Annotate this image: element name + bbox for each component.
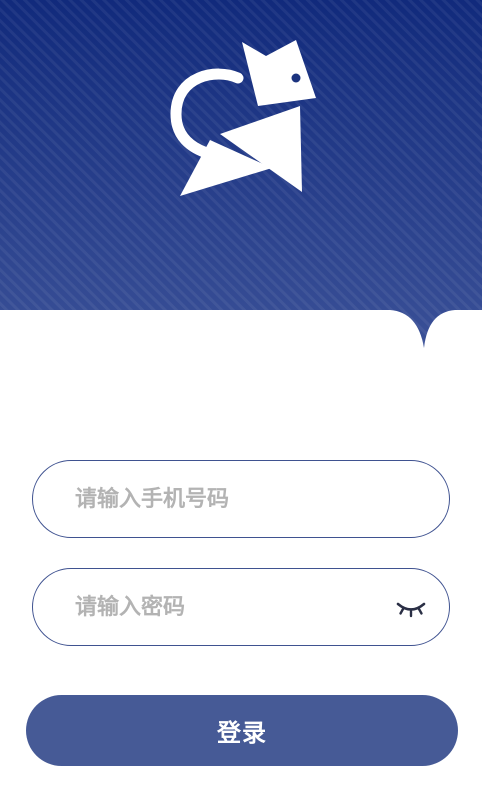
password-input[interactable] <box>75 569 375 645</box>
login-screen: 登录 <box>0 0 482 800</box>
phone-input[interactable] <box>75 461 375 537</box>
phone-field[interactable] <box>32 460 450 538</box>
password-field[interactable] <box>32 568 450 646</box>
header-banner <box>0 0 482 360</box>
cat-logo-icon <box>170 40 316 196</box>
eye-closed-icon[interactable] <box>395 595 427 621</box>
login-button[interactable]: 登录 <box>26 695 458 766</box>
